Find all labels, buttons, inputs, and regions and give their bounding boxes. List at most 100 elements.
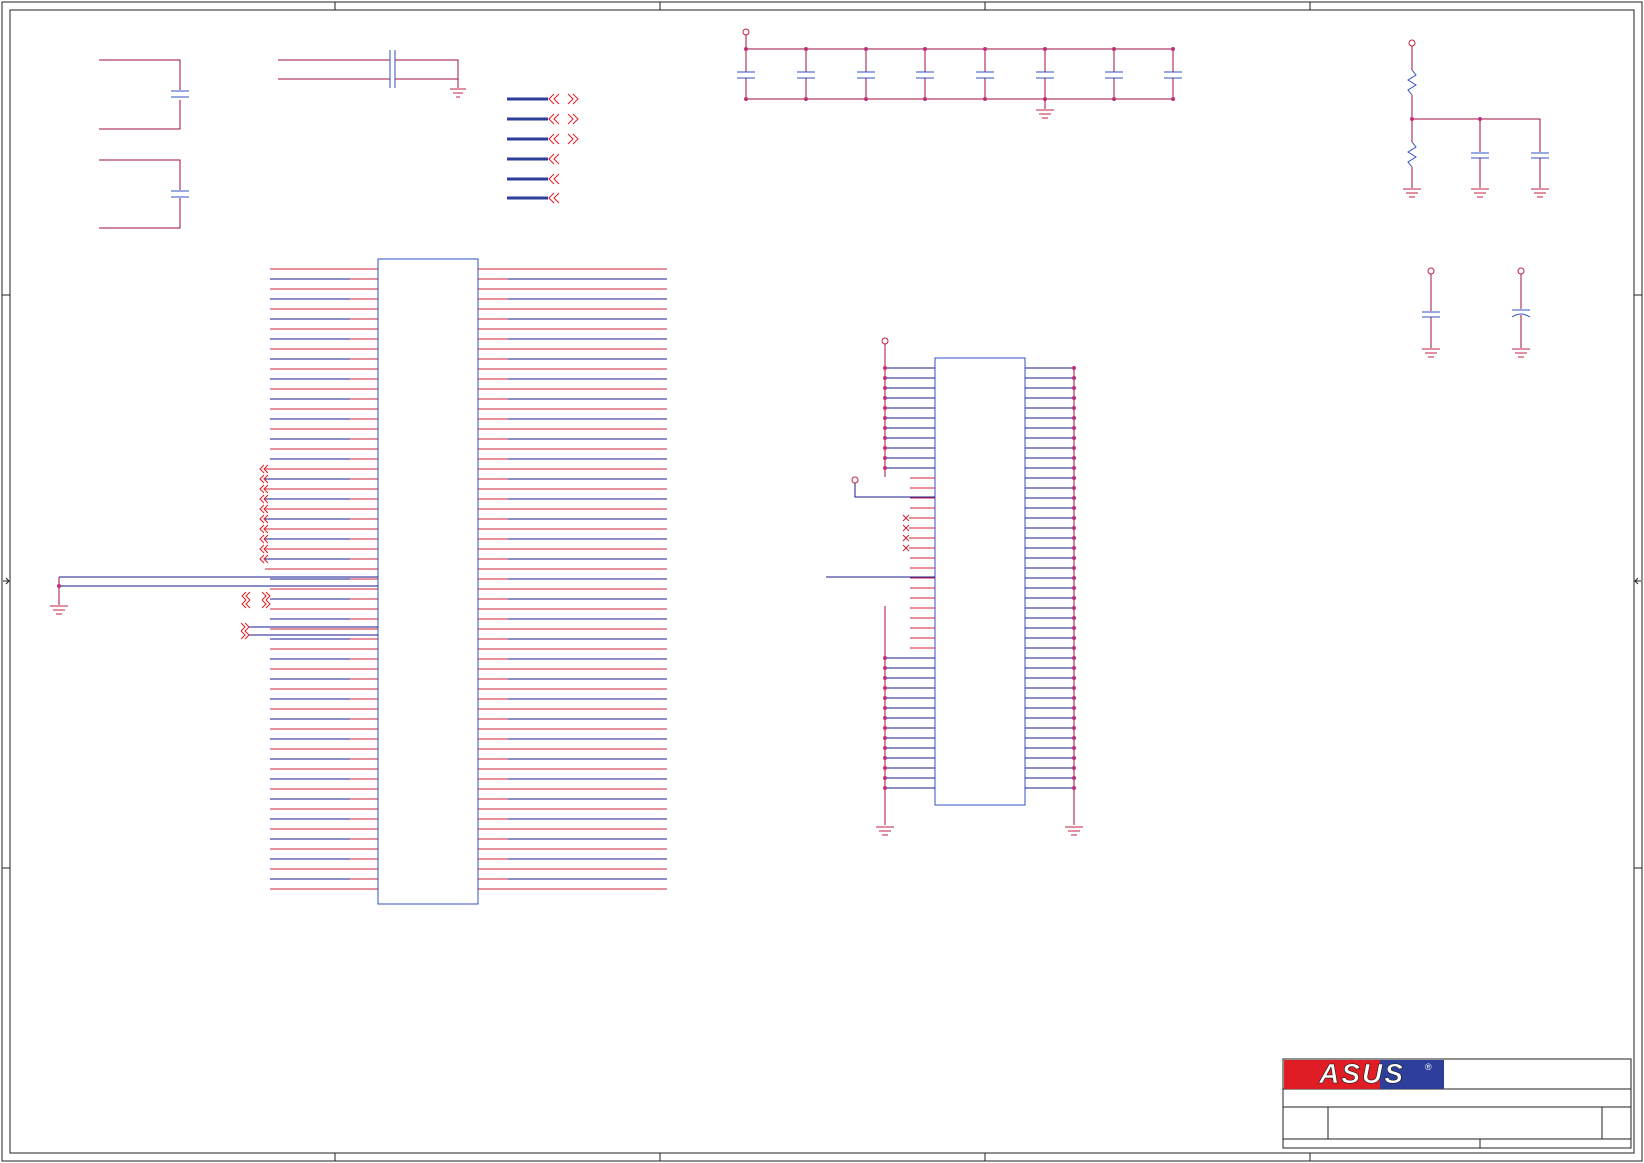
sheet-frame: [1, 1, 1643, 1162]
junction-dot: [1072, 786, 1076, 790]
offpage-connectors: [507, 93, 579, 204]
junction-dot: [883, 686, 887, 690]
no-connect-icon: [902, 544, 935, 552]
offpage-connector-icon: [548, 133, 579, 145]
junction-dot: [1043, 47, 1047, 51]
junction-dot: [883, 676, 887, 680]
junction-dot: [1072, 406, 1076, 410]
frame-arrow-left: [3, 577, 11, 585]
junction-dot: [883, 666, 887, 670]
junction-dot: [1072, 746, 1076, 750]
junction-dot: [983, 47, 987, 51]
connector-body: [377, 258, 479, 905]
junction-dot: [1072, 446, 1076, 450]
junction-dot: [883, 656, 887, 660]
offpage-connector-icon: [548, 93, 579, 105]
junction-dot: [883, 696, 887, 700]
junction-dot: [804, 97, 808, 101]
junction-dot: [1171, 97, 1175, 101]
ground-icon: [1065, 826, 1083, 836]
junction-dot: [1072, 566, 1076, 570]
junction-dot: [1072, 616, 1076, 620]
junction-dot: [1072, 756, 1076, 760]
offpage-connector-icon: [240, 622, 378, 632]
junction-dot: [1072, 656, 1076, 660]
ground-icon: [450, 88, 466, 98]
junction-dot: [883, 776, 887, 780]
junction-dot: [883, 386, 887, 390]
capacitor-icon: [976, 49, 994, 99]
offpage-connector-icon: [548, 113, 579, 125]
junction-dot: [883, 786, 887, 790]
junction-dot: [883, 746, 887, 750]
junction-dot: [57, 584, 61, 588]
junction-dot: [983, 97, 987, 101]
junction-dot: [1072, 366, 1076, 370]
junction-dot: [923, 47, 927, 51]
single-caps-right: [1422, 267, 1531, 348]
offpage-connector-icon: [548, 153, 560, 165]
ground-icon: [1403, 188, 1421, 198]
capacitor-icon: [857, 49, 875, 99]
junction-dot: [923, 97, 927, 101]
junction-dot: [1072, 646, 1076, 650]
offpage-connector-icon: [241, 599, 271, 609]
cap-group-top-left: [99, 50, 459, 229]
junction-dot: [1072, 766, 1076, 770]
junction-dot: [1072, 526, 1076, 530]
junction-dot: [864, 97, 868, 101]
ground-icon: [1512, 348, 1530, 358]
junction-dot: [1072, 736, 1076, 740]
logo-lettering: ASUS: [1318, 1058, 1405, 1089]
junction-dot: [1072, 676, 1076, 680]
junction-dot: [1072, 576, 1076, 580]
junction-dot: [1072, 426, 1076, 430]
junction-dot: [1072, 386, 1076, 390]
memory-ic-center: [826, 337, 1083, 836]
junction-dot: [1072, 666, 1076, 670]
schematic-sheet: ASUS ®: [1, 1, 1643, 1162]
no-connect-icon: [902, 524, 935, 532]
junction-dot: [1072, 536, 1076, 540]
resistor-icon: [1407, 141, 1417, 168]
no-connect-icon: [902, 514, 935, 522]
junction-dot: [1072, 546, 1076, 550]
junction-dot: [1072, 496, 1076, 500]
junction-dot: [883, 736, 887, 740]
ground-icon: [1422, 348, 1440, 358]
junction-dot: [883, 756, 887, 760]
asus-logo: ASUS ®: [1284, 1058, 1444, 1089]
junction-dot: [1112, 47, 1116, 51]
junction-dot: [744, 47, 748, 51]
offpage-connector-icon: [241, 591, 271, 601]
registered-mark: ®: [1425, 1062, 1432, 1072]
junction-dot: [1072, 486, 1076, 490]
power-rail-icon: [1408, 39, 1416, 47]
power-rail-icon: [851, 476, 859, 484]
decoupling-cap-bank: [737, 28, 1182, 119]
junction-dot: [1171, 47, 1175, 51]
capacitor-icon: [1105, 49, 1123, 99]
junction-dot: [804, 47, 808, 51]
junction-dot: [1072, 556, 1076, 560]
resistor-icon: [1407, 69, 1417, 96]
junction-dot: [1072, 516, 1076, 520]
offpage-connector-icon: [548, 173, 560, 185]
junction-dot: [1072, 696, 1076, 700]
capacitor-icon: [797, 49, 815, 99]
junction-dot: [1072, 396, 1076, 400]
capacitor-icon: [1164, 49, 1182, 99]
junction-dot: [883, 466, 887, 470]
junction-dot: [883, 436, 887, 440]
resistor-divider: [1407, 39, 1549, 188]
junction-dot: [883, 406, 887, 410]
ground-icon: [1471, 188, 1489, 198]
junction-dot: [883, 706, 887, 710]
junction-dot: [1072, 466, 1076, 470]
capacitor-icon: [916, 49, 934, 99]
junction-dot: [1112, 97, 1116, 101]
junction-dot: [1072, 626, 1076, 630]
junction-dot: [1072, 776, 1076, 780]
main-connector-left: [50, 258, 667, 905]
junction-dot: [1072, 686, 1076, 690]
